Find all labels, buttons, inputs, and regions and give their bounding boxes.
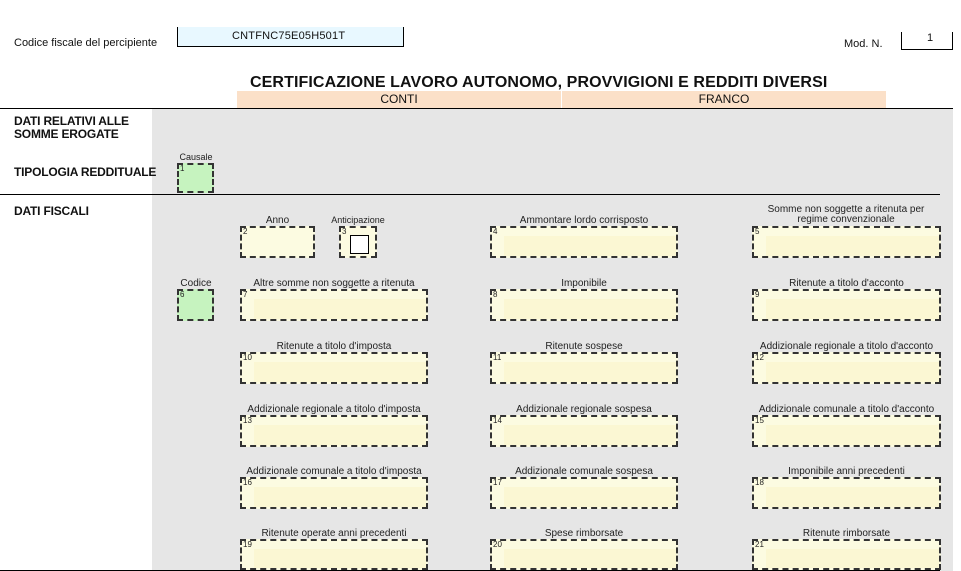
- f12-field[interactable]: 12: [752, 352, 941, 384]
- causale-field[interactable]: 1: [177, 163, 214, 193]
- field-number: 14: [493, 416, 502, 425]
- anticipazione-field[interactable]: 3: [339, 226, 377, 258]
- field-number: 4: [493, 227, 498, 236]
- f17-label: Addizionale comunale sospesa: [515, 466, 653, 477]
- field-number: 9: [755, 290, 760, 299]
- f14-field[interactable]: 14: [490, 415, 678, 447]
- f16-label: Addizionale comunale a titolo d'imposta: [246, 466, 422, 477]
- field-number: 17: [493, 478, 502, 487]
- f13-field[interactable]: 13: [240, 415, 428, 447]
- mod-n-label: Mod. N.: [844, 38, 883, 50]
- codice-fiscale-field[interactable]: CNTFNC75E05H501T: [177, 27, 404, 47]
- field-number: 15: [755, 416, 764, 425]
- field-number: 16: [243, 478, 252, 487]
- f9-field[interactable]: 9: [752, 289, 941, 321]
- first-name-value: FRANCO: [698, 92, 750, 106]
- f10-label: Ritenute a titolo d'imposta: [276, 341, 392, 352]
- section-rule: [0, 194, 940, 195]
- field-number: 13: [243, 416, 252, 425]
- field-number: 12: [755, 353, 764, 362]
- f5-label: Somme non soggette a ritenuta per regime…: [767, 204, 925, 225]
- f16-field[interactable]: 16: [240, 477, 428, 509]
- field-number: 6: [180, 290, 185, 299]
- codice-fiscale-label: Codice fiscale del percipiente: [14, 37, 158, 49]
- field-number: 18: [755, 478, 764, 487]
- f20-field[interactable]: 20: [490, 539, 678, 570]
- f5-field[interactable]: 5: [752, 226, 941, 258]
- codice-field[interactable]: 6: [177, 289, 214, 321]
- f10-field[interactable]: 10: [240, 352, 428, 384]
- field-number: 20: [493, 540, 502, 549]
- f13-label: Addizionale regionale a titolo d'imposta: [247, 404, 421, 415]
- f19-label: Ritenute operate anni precedenti: [261, 528, 407, 539]
- field-number: 21: [755, 540, 764, 549]
- f19-field[interactable]: 19: [240, 539, 428, 570]
- f18-field[interactable]: 18: [752, 477, 941, 509]
- f7-label: Altre somme non soggette a ritenuta: [253, 278, 415, 289]
- mod-n-field[interactable]: 1: [901, 32, 953, 50]
- causale-label: Causale: [179, 152, 213, 162]
- f4-label: Ammontare lordo corrisposto: [519, 215, 649, 226]
- section-somme-erogate: DATI RELATIVI ALLE SOMME EROGATE: [14, 114, 129, 141]
- field-number: 3: [342, 227, 347, 236]
- f14-label: Addizionale regionale sospesa: [516, 404, 652, 415]
- f8-field[interactable]: 8: [490, 289, 678, 321]
- field-number: 2: [243, 227, 248, 236]
- field-number: 11: [493, 353, 502, 362]
- codice-fiscale-value: CNTFNC75E05H501T: [232, 30, 346, 42]
- f21-field[interactable]: 21: [752, 539, 941, 570]
- page-title: CERTIFICAZIONE LAVORO AUTONOMO, PROVVIGI…: [250, 74, 828, 91]
- codice-label: Codice: [180, 278, 212, 289]
- f11-field[interactable]: 11: [490, 352, 678, 384]
- f4-field[interactable]: 4: [490, 226, 678, 258]
- anno-label: Anno: [265, 215, 290, 226]
- field-number: 5: [755, 227, 760, 236]
- f12-label: Addizionale regionale a titolo d'acconto: [759, 341, 934, 352]
- f17-field[interactable]: 17: [490, 477, 678, 509]
- mod-n-value: 1: [927, 32, 934, 44]
- f18-label: Imponibile anni precedenti: [788, 466, 905, 477]
- anticipazione-label: Anticipazione: [331, 215, 385, 225]
- f9-label: Ritenute a titolo d'acconto: [789, 278, 904, 289]
- section-dati-fiscali: DATI FISCALI: [14, 204, 89, 218]
- surname-value: CONTI: [380, 92, 418, 106]
- field-number: 19: [243, 540, 252, 549]
- field-number: 7: [243, 290, 248, 299]
- f15-label: Addizionale comunale a titolo d'acconto: [758, 404, 935, 415]
- f15-field[interactable]: 15: [752, 415, 941, 447]
- anticipazione-checkbox[interactable]: [350, 235, 369, 254]
- field-number: 8: [493, 290, 498, 299]
- section-tipologia-reddituale: TIPOLOGIA REDDITUALE: [14, 165, 157, 179]
- f21-label: Ritenute rimborsate: [802, 528, 891, 539]
- anno-field[interactable]: 2: [240, 226, 315, 258]
- f7-field[interactable]: 7: [240, 289, 428, 321]
- f8-label: Imponibile: [561, 278, 607, 289]
- field-number: 1: [180, 164, 185, 173]
- f11-label: Ritenute sospese: [545, 341, 623, 352]
- f20-label: Spese rimborsate: [544, 528, 624, 539]
- field-number: 10: [243, 353, 252, 362]
